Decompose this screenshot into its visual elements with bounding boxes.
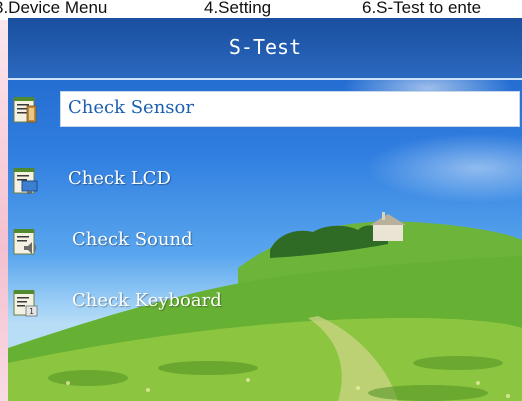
- screen-title: S-Test: [228, 35, 302, 59]
- notepad-keypad-icon: 1: [13, 290, 38, 317]
- device-screen: S-Test Check Sensor Check LCD Check Soun…: [8, 18, 522, 401]
- screen-title-bar: S-Test: [8, 18, 522, 80]
- caption-step-s-test: 6.S-Test to ente: [362, 0, 482, 17]
- caption-step-setting: 4.Setting: [204, 0, 272, 17]
- svg-text:1: 1: [29, 307, 34, 316]
- notepad-sensor-icon: [13, 97, 37, 123]
- menu-item-check-sound[interactable]: Check Sound: [8, 223, 522, 259]
- menu-item-check-sensor[interactable]: Check Sensor: [8, 91, 522, 127]
- menu-label: Check Keyboard: [72, 290, 222, 311]
- notepad-speaker-icon: [13, 229, 37, 255]
- title-divider: [8, 78, 522, 80]
- instruction-caption: 3.Device Menu 4.Setting 6.S-Test to ente: [0, 0, 522, 20]
- menu-item-check-lcd[interactable]: Check LCD: [8, 162, 522, 198]
- caption-step-device-menu: 3.Device Menu: [0, 0, 108, 17]
- notepad-monitor-icon: [13, 168, 38, 194]
- menu-item-check-keyboard[interactable]: 1 Check Keyboard: [8, 284, 522, 320]
- menu-label: Check LCD: [68, 168, 171, 189]
- menu-label: Check Sensor: [68, 97, 194, 118]
- menu-label: Check Sound: [72, 229, 193, 250]
